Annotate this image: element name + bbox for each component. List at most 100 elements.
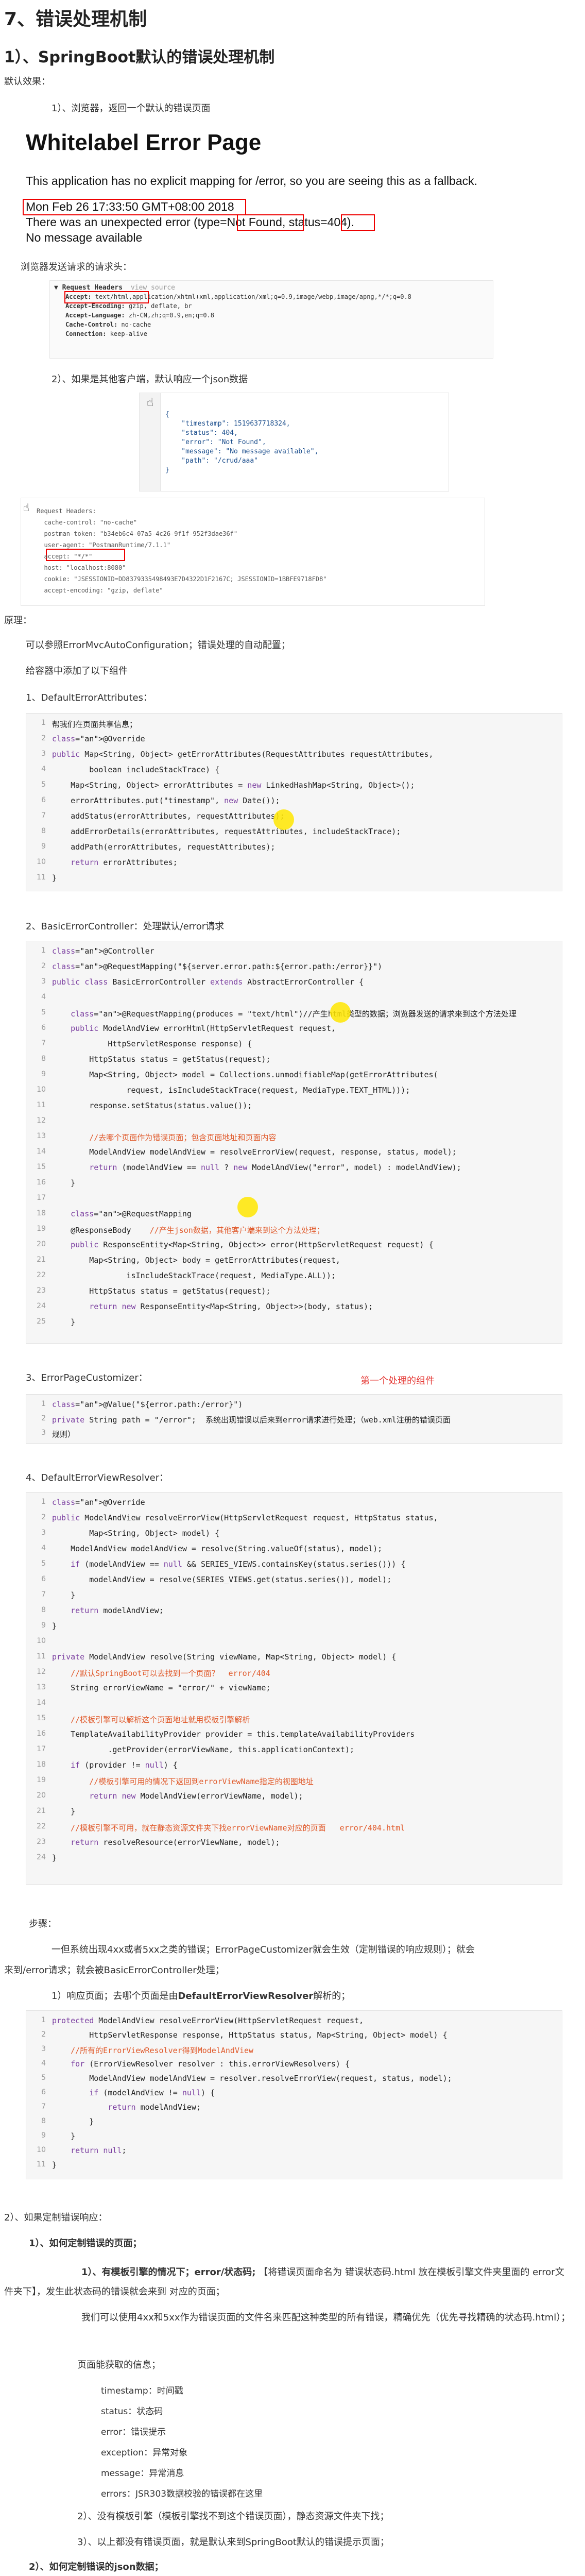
code-line: //模板引擎可以解析这个页面地址就用模板引擎解析 (71, 1715, 250, 1724)
code-line: return new ModelAndView(errorViewName, m… (89, 1791, 303, 1801)
cursor-hand-icon: ☝ (147, 396, 154, 409)
code-line: ModelAndView modelAndView = resolver.res… (52, 2074, 452, 2083)
header-value: gzip, deflate, br (128, 302, 192, 310)
code-line: //所有的ErrorViewResolver得到ModelAndView (71, 2046, 254, 2055)
code-line: //默认SpringBoot可以去找到一个页面？ error/404 (71, 1669, 270, 1678)
info-item: exception：异常对象 (101, 2448, 188, 2458)
text-line: { (165, 411, 169, 418)
line-number: 10 (37, 2146, 46, 2154)
line-number: 5 (41, 1008, 46, 1016)
line-number: 1 (41, 1400, 46, 1408)
line-number: 11 (37, 873, 46, 882)
code-block-resolve-error-view: 1 protected ModelAndView resolveErrorView… (26, 2010, 562, 2179)
text-line: postman-token: "b34eb6c4-07a5-4c26-9f1f-… (37, 530, 238, 537)
cursor-highlight (237, 1197, 258, 1217)
request-header-row: Cache-Control: no-cache (65, 321, 151, 328)
steps-title: 步骤： (29, 1919, 57, 1929)
line-number: 2 (41, 962, 46, 970)
request-header-row: Connection: keep-alive (65, 330, 147, 337)
code-block-error-page-customizer: 1 class="an">@Value("${error.path:/error}… (26, 1394, 562, 1444)
header-key: Cache-Control: (65, 321, 122, 328)
text-line: "message": "No message available", (165, 448, 319, 455)
code-line: public class BasicErrorController extend… (52, 977, 364, 987)
custom-title: 2）、如果定制错误响应： (4, 2212, 108, 2223)
request-header-row: Accept: text/html,application/xhtml+xml,… (65, 293, 411, 300)
line-number: 8 (41, 827, 46, 835)
line-number: 25 (37, 1317, 46, 1326)
line-number: 18 (37, 1209, 46, 1217)
code-line: modelAndView = resolve(SERIES_VIEWS.get(… (52, 1575, 392, 1584)
line-number: 20 (37, 1791, 46, 1800)
code-line: class="an">@RequestMapping("${server.err… (52, 962, 383, 971)
line-number: 11 (37, 2160, 46, 2168)
line-number: 14 (37, 1699, 46, 1707)
request-header-row: Accept-Language: zh-CN,zh;q=0.9,en;q=0.8 (65, 312, 214, 319)
text-line: cookie: "JSESSIONID=DD8379335498493E7D43… (37, 575, 327, 583)
code-line: addErrorDetails(errorAttributes, request… (52, 827, 401, 836)
text-line: user-agent: "PostmanRuntime/7.1.1" (37, 541, 171, 549)
code-line: addStatus(errorAttributes, requestAttrib… (52, 811, 285, 821)
line-number: 23 (37, 1838, 46, 1846)
code-block-default-error-attributes: 1 帮我们在页面共享信息； 2 class="an">@Override 3 public… (26, 713, 562, 891)
code-line: TemplateAvailabilityProvider provider = … (52, 1730, 415, 1739)
code-line: } (52, 1590, 76, 1600)
line-number: 20 (37, 1240, 46, 1248)
code-line: //模板引擎可用的情况下返回到errorViewName指定的视图地址 (89, 1777, 314, 1786)
line-number: 9 (41, 1070, 46, 1078)
code-block-basic-error-controller: 1 class="an">@Controller 2 class="an">@Requ… (26, 941, 562, 1344)
code-block-default-error-view-resolver: 1 class="an">@Override 2 public ModelAndVie… (26, 1492, 562, 1885)
text-line: "timestamp": 1519637718324, (165, 420, 290, 428)
line-number: 13 (37, 1683, 46, 1691)
line-number: 4 (41, 1544, 46, 1552)
text-line: host: "localhost:8080" (37, 564, 126, 571)
custom-p4: 2）、没有模板引擎（模板引擎找不到这个错误页面），静态资源文件夹下找； (77, 2511, 389, 2522)
line-number: 3 (41, 977, 46, 986)
info-item: timestamp：时间戳 (101, 2386, 183, 2396)
code-line: .getProvider(errorViewName, this.applica… (52, 1745, 354, 1754)
code-line: HttpServletResponse response) { (52, 1039, 252, 1048)
code-line: public ResponseEntity<Map<String, Object… (71, 1240, 434, 1249)
code-line: } (52, 2131, 76, 2141)
code-line: } (52, 1317, 76, 1327)
code-line: Map<String, Object> body = getErrorAttri… (52, 1256, 340, 1265)
view-source-link[interactable]: view source (131, 284, 175, 292)
code-line: } (52, 1621, 57, 1631)
status-highlight-box (341, 214, 375, 231)
code-line: class="an">@Override (52, 734, 145, 743)
code-line: ModelAndView modelAndView = resolveError… (52, 1147, 457, 1157)
code-line: return null; (71, 2146, 127, 2155)
code-line: 帮我们在页面共享信息； (52, 720, 137, 729)
cursor-highlight (330, 1002, 351, 1023)
line-number: 16 (37, 1730, 46, 1738)
custom-h2: 2）、如何定制错误的json数据； (29, 2562, 164, 2572)
code-line: request, isIncludeStackTrace(request, Me… (52, 1086, 410, 1095)
code-line: errorAttributes.put("timestamp", new Dat… (52, 796, 280, 805)
text-line: accept: "*/*" (37, 553, 93, 560)
code-line: return errorAttributes; (71, 858, 178, 867)
line-number: 11 (37, 1652, 46, 1660)
code-line: Map<String, Object> errorAttributes = ne… (52, 781, 415, 790)
text-line: cache-control: "no-cache" (37, 519, 137, 526)
line-number: 8 (41, 1606, 46, 1614)
code-line: //去哪个页面作为错误页面；包含页面地址和页面内容 (89, 1133, 277, 1142)
default-error-view-resolver-bold: DefaultErrorViewResolver (178, 1991, 314, 2002)
code-line: HttpServletResponse response, HttpStatus… (52, 2030, 448, 2040)
code-line: class="an">@Controller (52, 946, 154, 956)
header-key: Accept-Language: (65, 312, 129, 319)
code-line: } (52, 2160, 57, 2170)
line-number: 22 (37, 1822, 46, 1831)
steps-p2: 来到/error请求；就会被BasicErrorController处理； (4, 1965, 225, 1976)
code-line: HttpStatus status = getStatus(request); (52, 1055, 271, 1064)
line-number: 2 (41, 1513, 46, 1521)
custom-p5: 3）、以上都没有错误页面，就是默认来到SpringBoot默认的错误提示页面； (77, 2537, 389, 2548)
cursor-highlight (273, 809, 294, 830)
line-number: 10 (37, 1637, 46, 1645)
code-line: return modelAndView; (108, 2103, 201, 2112)
postman-headers-screenshot: ☝ Request Headers: cache-control: "no-ca… (21, 498, 485, 606)
line-number: 7 (41, 1590, 46, 1599)
code-line: 规则） (52, 1430, 76, 1439)
line-number: 1 (41, 2016, 46, 2024)
header-value: no-cache (121, 321, 151, 328)
whitelabel-title: Whitelabel Error Page (26, 130, 262, 155)
text-line: Request Headers: (37, 507, 96, 515)
